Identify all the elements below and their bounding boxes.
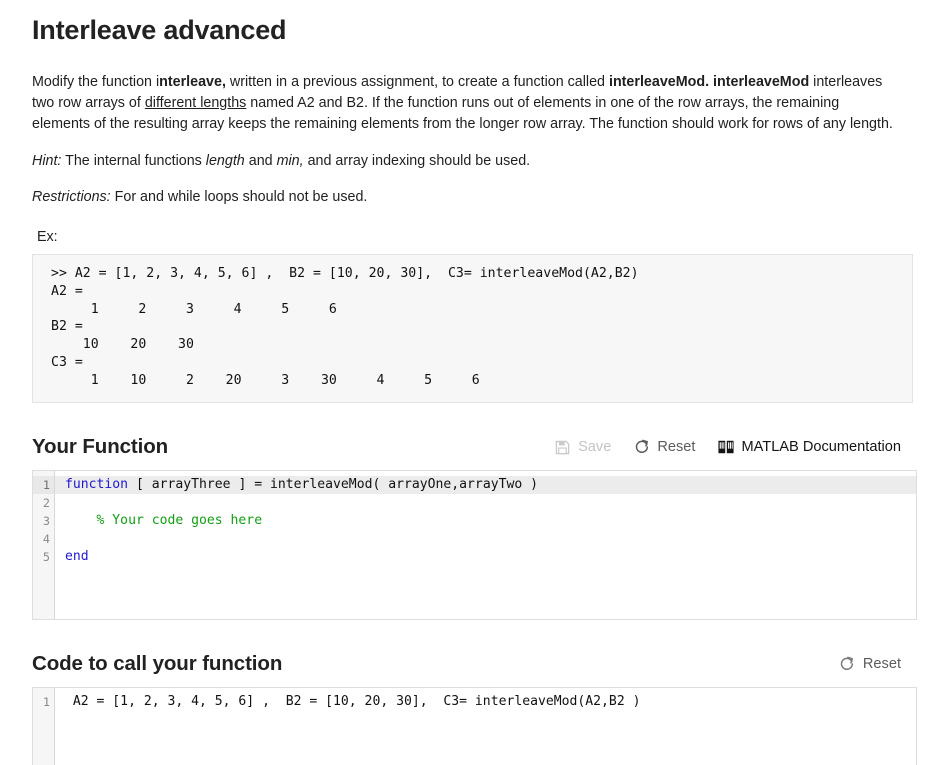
code-token: A2 = [1, 2, 3, 4, 5, 6] , B2 = [10, 20, … (65, 693, 641, 709)
description-text-1: Modify the function i (32, 74, 160, 90)
code-token: function (65, 476, 129, 492)
restrictions-line: Restrictions: For and while loops should… (32, 171, 915, 207)
refresh-icon (839, 656, 856, 673)
code-token: end (65, 548, 89, 564)
description-underline-1: different lengths (144, 95, 247, 111)
hint-label: Hint: (32, 153, 62, 169)
code-token: % Your code goes here (65, 512, 263, 528)
line-number: 4 (42, 531, 50, 546)
hint-italic-a: length (205, 153, 245, 169)
code-token: [ arrayThree ] = interleaveMod( arrayOne… (128, 476, 538, 492)
function-editor-gutter: 12 3 4 5 (33, 470, 55, 619)
save-button[interactable]: Save (554, 439, 611, 456)
code-line[interactable]: A2 = [1, 2, 3, 4, 5, 6] , B2 = [10, 20, … (55, 693, 916, 711)
matlab-documentation-button[interactable]: MATLAB Documentation (717, 439, 901, 456)
code-to-call-header: Code to call your function Reset (32, 620, 915, 676)
code-to-call-toolbar: Reset (839, 656, 915, 676)
reset-call-button[interactable]: Reset (839, 656, 901, 673)
matlab-documentation-label: MATLAB Documentation (741, 438, 901, 455)
code-line[interactable]: function [ arrayThree ] = interleaveMod(… (55, 475, 916, 494)
code-line[interactable]: % Your code goes here (55, 512, 916, 530)
example-output-text: >> A2 = [1, 2, 3, 4, 5, 6] , B2 = [10, 2… (51, 266, 639, 388)
call-code-editor[interactable]: 1 A2 = [1, 2, 3, 4, 5, 6] , B2 = [10, 20… (32, 686, 917, 765)
line-number: 3 (42, 513, 50, 528)
your-function-title: Your Function (32, 434, 169, 458)
problem-description: Modify the function interleave, written … (32, 46, 900, 135)
example-output-box: >> A2 = [1, 2, 3, 4, 5, 6] , B2 = [10, 2… (32, 254, 913, 403)
assignment-page: Interleave advanced Modify the function … (0, 0, 931, 765)
hint-text-c: and array indexing should be used. (303, 153, 531, 169)
code-to-call-title: Code to call your function (32, 651, 283, 675)
restrictions-label: Restrictions: (32, 189, 111, 205)
line-number: 1 (33, 475, 54, 494)
reset-function-button[interactable]: Reset (633, 439, 695, 456)
line-number: 1 (42, 694, 50, 709)
floppy-disk-icon (554, 439, 571, 456)
book-icon (717, 439, 734, 456)
description-text-2: written in a previous assignment, to cre… (225, 74, 609, 90)
call-editor-gutter: 1 (33, 687, 55, 765)
hint-text-a: The internal functions (61, 153, 206, 169)
save-label: Save (578, 438, 612, 455)
description-bold-1: nterleave, (159, 74, 226, 90)
reset-call-label: Reset (862, 655, 901, 672)
function-editor-code-area[interactable]: function [ arrayThree ] = interleaveMod(… (55, 471, 916, 619)
hint-text-b: and (244, 153, 277, 169)
function-code-editor[interactable]: 12 3 4 5 function [ arrayThree ] = interlea… (32, 469, 917, 620)
hint-line: Hint: The internal functions length and … (32, 135, 915, 171)
example-label: Ex: (37, 229, 58, 245)
code-line[interactable] (55, 530, 916, 548)
call-editor-code-area[interactable]: A2 = [1, 2, 3, 4, 5, 6] , B2 = [10, 20, … (55, 688, 916, 765)
code-line[interactable] (55, 494, 916, 512)
reset-function-label: Reset (657, 438, 696, 455)
line-number: 5 (42, 549, 50, 564)
description-bold-2: interleaveMod. interleaveMod (608, 74, 810, 90)
code-line[interactable]: end (55, 548, 916, 566)
restrictions-text: For and while loops should not be used. (110, 189, 368, 205)
your-function-header: Your Function Save Reset MATLAB Document… (32, 403, 915, 459)
your-function-toolbar: Save Reset MATLAB Documentation (554, 439, 915, 459)
page-title: Interleave advanced (32, 15, 287, 45)
refresh-icon (633, 439, 650, 456)
hint-italic-b: min, (276, 153, 304, 169)
line-number: 2 (42, 495, 50, 510)
